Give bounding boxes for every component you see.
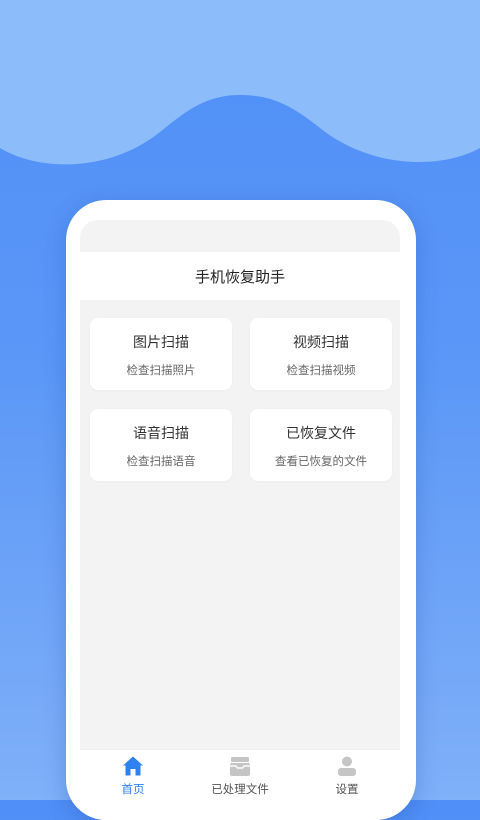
status-bar <box>80 220 400 252</box>
tab-settings[interactable]: 设置 <box>294 750 400 800</box>
card-subtitle: 检查扫描照片 <box>126 363 196 377</box>
card-title: 图片扫描 <box>133 335 189 351</box>
tab-label: 设置 <box>335 782 359 796</box>
folder-stack-icon <box>230 757 250 776</box>
card-title: 语音扫描 <box>133 426 189 442</box>
card-title: 视频扫描 <box>293 335 349 351</box>
audio-scan-card[interactable]: 语音扫描 检查扫描语音 <box>90 409 232 481</box>
tab-processed-files[interactable]: 已处理文件 <box>187 750 293 800</box>
user-settings-icon <box>338 756 356 776</box>
app-header: 手机恢复助手 <box>80 252 400 300</box>
home-icon <box>123 756 143 776</box>
card-subtitle: 查看已恢复的文件 <box>275 454 367 468</box>
tab-home[interactable]: 首页 <box>80 750 186 800</box>
bottom-tab-bar: 首页 已处理文件 设置 <box>80 749 400 800</box>
card-title: 已恢复文件 <box>286 426 356 442</box>
card-subtitle: 检查扫描语音 <box>126 454 196 468</box>
page-title: 手机恢复助手 <box>194 267 285 286</box>
app-screen: 手机恢复助手 图片扫描 检查扫描照片 视频扫描 检查扫描视频 语音扫描 检查扫描… <box>80 220 400 800</box>
tab-label: 已处理文件 <box>211 782 269 796</box>
card-subtitle: 检查扫描视频 <box>286 363 356 377</box>
recovered-files-card[interactable]: 已恢复文件 查看已恢复的文件 <box>250 409 392 481</box>
video-scan-card[interactable]: 视频扫描 检查扫描视频 <box>250 318 392 390</box>
tab-label: 首页 <box>121 782 145 796</box>
photo-scan-card[interactable]: 图片扫描 检查扫描照片 <box>90 318 232 390</box>
